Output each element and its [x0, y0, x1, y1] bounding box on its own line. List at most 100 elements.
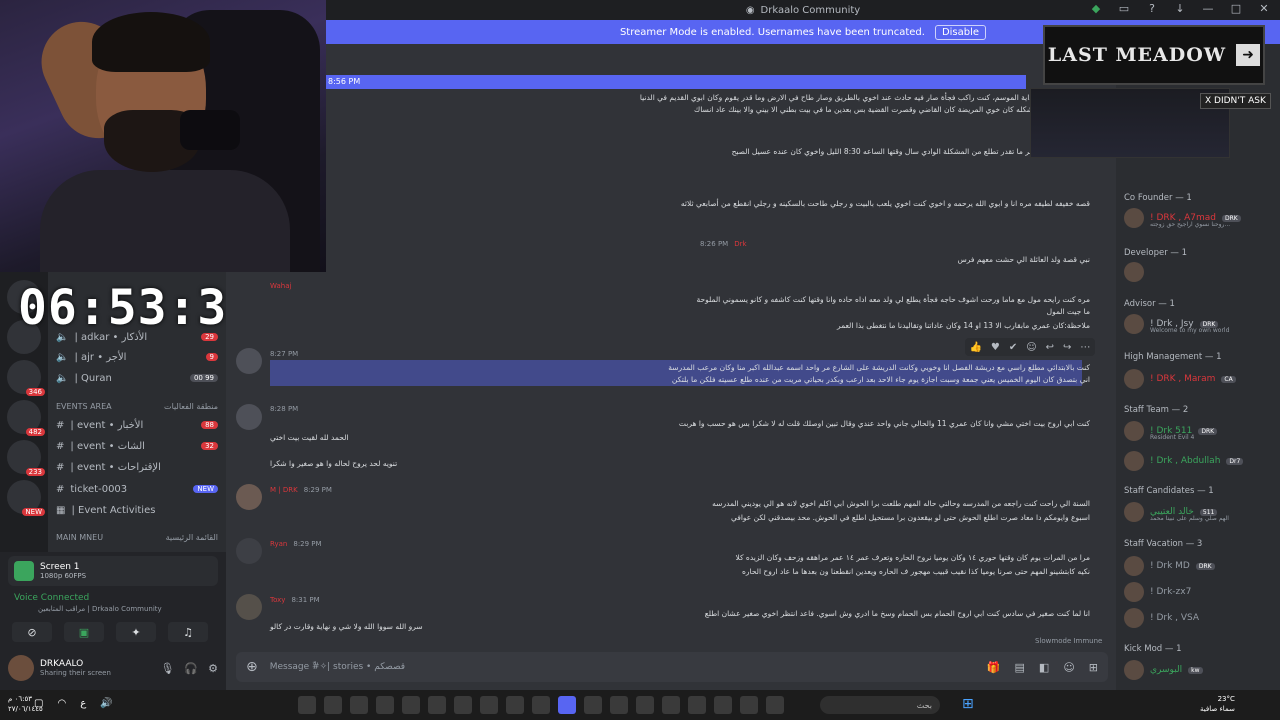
gift-icon[interactable]: 🎁 — [987, 661, 1001, 674]
heart-icon[interactable]: ♥ — [991, 342, 1000, 353]
app-icon[interactable] — [428, 696, 446, 714]
avatar[interactable] — [236, 348, 262, 374]
member-item[interactable]: ! Drk , Abdullah Dr7 — [1124, 451, 1274, 471]
member-item[interactable]: ! Drk MD DRK — [1124, 556, 1274, 576]
member-item[interactable] — [1124, 262, 1274, 282]
message-author[interactable]: Drk — [734, 240, 746, 248]
category-events[interactable]: EVENTS AREA منطقة الفعاليات — [56, 402, 218, 411]
channel-label: | event • الشات — [70, 440, 145, 452]
app-icon[interactable] — [376, 696, 394, 714]
new-messages-timeband: 8:56 PM — [326, 75, 1026, 89]
channel-event-chat[interactable]: # | event • الشات 32 — [56, 437, 218, 455]
channel-ajr[interactable]: 🔈 | ajr • الأجر 9 — [56, 348, 218, 366]
app-icon[interactable] — [506, 696, 524, 714]
app-icon[interactable] — [584, 696, 602, 714]
minimize-button[interactable]: — — [1200, 2, 1216, 15]
check-icon[interactable]: ✔ — [1009, 342, 1017, 353]
activities-icon[interactable]: ✦ — [116, 622, 156, 642]
screen-share-card[interactable]: Screen 1 1080p 60FPS — [8, 556, 218, 586]
camera-off-icon[interactable]: ⊘ — [12, 622, 52, 642]
channel-event-activities[interactable]: ▦ | Event Activities — [56, 501, 218, 519]
disable-streamer-mode-button[interactable]: Disable — [934, 24, 987, 40]
app-icon[interactable] — [662, 696, 680, 714]
app-icon[interactable] — [454, 696, 472, 714]
nitro-icon[interactable]: ◆ — [1088, 2, 1104, 15]
server-icon[interactable]: 482 — [7, 400, 45, 436]
app-icon[interactable] — [688, 696, 706, 714]
member-item[interactable]: البوسري kw — [1124, 660, 1274, 680]
app-icon[interactable] — [740, 696, 758, 714]
app-icon[interactable] — [298, 696, 316, 714]
role-header: Advisor — 1 — [1124, 299, 1175, 309]
add-attachment-icon[interactable]: ⊕ — [246, 659, 258, 675]
channel-quran[interactable]: 🔈 | Quran 00 99 — [56, 369, 218, 387]
message-author[interactable]: Wahaj — [270, 282, 291, 290]
avatar[interactable] — [8, 655, 34, 681]
inbox-icon[interactable]: ▭ — [1116, 2, 1132, 15]
windows-start-icon[interactable]: ⊞ — [962, 696, 978, 712]
app-icon[interactable] — [532, 696, 550, 714]
gif-icon[interactable]: ▤ — [1015, 661, 1025, 674]
server-icon[interactable]: 346 — [7, 360, 45, 396]
weather-widget[interactable]: 23°C سماء صافية — [1200, 694, 1235, 714]
member-item[interactable]: ! DRK , A7mad DRK روحنا نسوي اراجيح حق ز… — [1124, 208, 1274, 228]
language-icon[interactable]: ع — [80, 698, 86, 709]
channel-ticket[interactable]: # ticket-0003 NEW — [56, 480, 218, 498]
app-icon[interactable] — [714, 696, 732, 714]
close-button[interactable]: ✕ — [1256, 2, 1272, 15]
avatar[interactable] — [236, 594, 262, 620]
wifi-icon[interactable]: ◠ — [57, 698, 66, 709]
message-author[interactable]: Toxy — [270, 596, 285, 604]
share-screen-icon[interactable]: ▣ — [64, 622, 104, 642]
voice-connected-status[interactable]: Voice Connected — [14, 593, 89, 603]
voice-channel-name[interactable]: مراقب المتابعين | Drkaalo Community — [38, 605, 162, 613]
download-icon[interactable]: ↓ — [1172, 2, 1188, 15]
headphones-icon[interactable]: 🎧 — [184, 662, 198, 675]
app-icon[interactable] — [402, 696, 420, 714]
avatar[interactable] — [236, 538, 262, 564]
member-item[interactable]: ! Drk-zx7 — [1124, 582, 1274, 602]
help-icon[interactable]: ? — [1144, 2, 1160, 15]
forward-icon[interactable]: ↪ — [1063, 342, 1071, 353]
settings-gear-icon[interactable]: ⚙ — [208, 662, 218, 675]
message-input[interactable]: Message #ّ✧| stories • قصصكم — [270, 662, 405, 672]
member-item[interactable]: ! Drk , VSA — [1124, 608, 1274, 628]
more-icon[interactable]: ⋯ — [1080, 342, 1090, 353]
app-icon[interactable] — [480, 696, 498, 714]
add-reaction-icon[interactable]: ☺ — [1026, 342, 1036, 353]
server-icon[interactable]: 233 — [7, 440, 45, 476]
avatar[interactable] — [236, 484, 262, 510]
mic-icon[interactable]: 🎙 — [160, 662, 174, 675]
channel-count: 9 — [205, 353, 218, 361]
emoji-icon[interactable]: ☺ — [1063, 661, 1074, 674]
app-icon[interactable] — [766, 696, 784, 714]
app-icon[interactable] — [636, 696, 654, 714]
member-item[interactable]: ! Drk , Jsy DRK Welcome to my own world — [1124, 314, 1274, 334]
channel-event-news[interactable]: # | event • الأخبار 88 — [56, 416, 218, 434]
taskbar-search[interactable]: بحث — [820, 696, 940, 714]
member-item[interactable]: ! Drk 511 DRK Resident Evil 4 — [1124, 421, 1274, 441]
app-icon[interactable] — [324, 696, 342, 714]
soundboard-icon[interactable]: ♫ — [168, 622, 208, 642]
category-main[interactable]: MAIN MNEU القائمة الرئيسية — [56, 533, 218, 542]
message-composer[interactable]: ⊕ Message #ّ✧| stories • قصصكم 🎁 ▤ ◧ ☺ ⊞ — [236, 652, 1108, 682]
thumbs-up-icon[interactable]: 👍 — [969, 342, 981, 353]
role-header: Developer — 1 — [1124, 248, 1188, 258]
notification-icon[interactable]: ▢ — [34, 698, 43, 709]
member-item[interactable]: خالد العتيبي 511 الهم صلي وسلم على نبينا… — [1124, 502, 1274, 522]
message-author[interactable]: M | DRK — [270, 486, 298, 494]
avatar[interactable] — [236, 404, 262, 430]
server-icon[interactable]: NEW — [7, 480, 45, 516]
message-author[interactable]: Ryan — [270, 540, 287, 548]
reply-icon[interactable]: ↩ — [1046, 342, 1054, 353]
channel-event-suggestions[interactable]: # | event • الإقتراحات — [56, 458, 218, 476]
apps-icon[interactable]: ⊞ — [1089, 661, 1098, 674]
member-item[interactable]: ! DRK , Maram CA — [1124, 369, 1274, 389]
avatar — [1124, 208, 1144, 228]
discord-taskbar-icon[interactable] — [558, 696, 576, 714]
app-icon[interactable] — [350, 696, 368, 714]
maximize-button[interactable]: □ — [1228, 2, 1244, 15]
app-icon[interactable] — [610, 696, 628, 714]
sticker-icon[interactable]: ◧ — [1039, 661, 1049, 674]
volume-icon[interactable]: 🔊 — [100, 698, 112, 709]
